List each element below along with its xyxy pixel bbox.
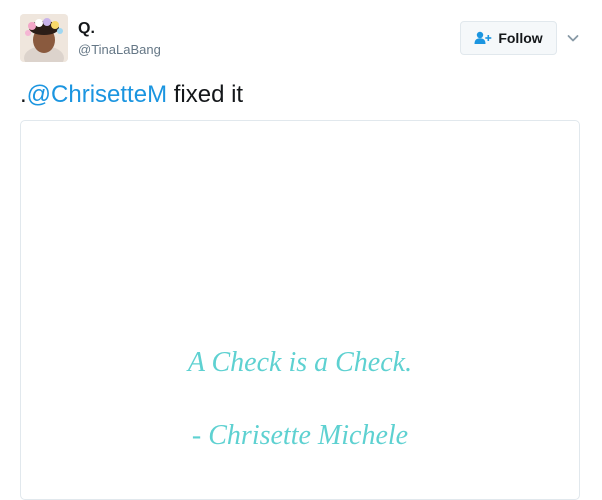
tweet-text-prefix: . bbox=[20, 81, 27, 108]
author-display-name[interactable]: Q. bbox=[78, 20, 95, 38]
avatar-image bbox=[20, 14, 68, 62]
quote-line-1: A Check is a Check. bbox=[187, 347, 413, 378]
add-user-icon bbox=[474, 31, 492, 44]
media-card[interactable]: A Check is a Check. - Chrisette Michele bbox=[20, 120, 580, 500]
avatar[interactable] bbox=[20, 14, 68, 62]
tweet-text-suffix: fixed it bbox=[167, 81, 244, 108]
follow-button[interactable]: Follow bbox=[460, 21, 557, 55]
chevron-down-icon[interactable] bbox=[566, 31, 580, 45]
author-handle[interactable]: @TinaLaBang bbox=[78, 42, 161, 58]
quote-line-2: - Chrisette Michele bbox=[191, 420, 409, 451]
follow-button-label: Follow bbox=[498, 30, 543, 46]
mention-link[interactable]: @ChrisetteM bbox=[27, 81, 167, 108]
tweet-text: .@ChrisetteM fixed it bbox=[20, 80, 243, 110]
